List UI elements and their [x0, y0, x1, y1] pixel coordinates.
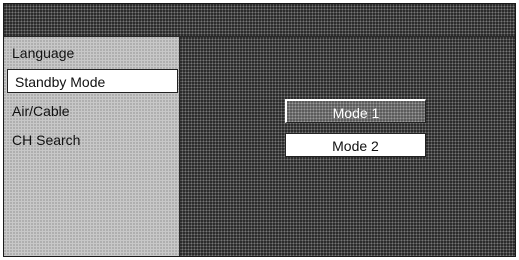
menu-title-bar	[4, 4, 515, 37]
tv-menu-screen: Language Standby Mode Air/Cable CH Searc…	[3, 3, 516, 257]
options-panel: Mode 1 Mode 2	[180, 37, 515, 256]
sidebar-item-language[interactable]: Language	[12, 42, 74, 64]
sidebar-item-standby-mode[interactable]: Standby Mode	[7, 69, 178, 93]
sidebar-item-ch-search[interactable]: CH Search	[12, 129, 80, 151]
mode-2-button[interactable]: Mode 2	[285, 133, 426, 157]
settings-sidebar: Language Standby Mode Air/Cable CH Searc…	[4, 37, 180, 256]
sidebar-item-air-cable[interactable]: Air/Cable	[12, 100, 70, 122]
mode-1-button[interactable]: Mode 1	[285, 99, 426, 123]
